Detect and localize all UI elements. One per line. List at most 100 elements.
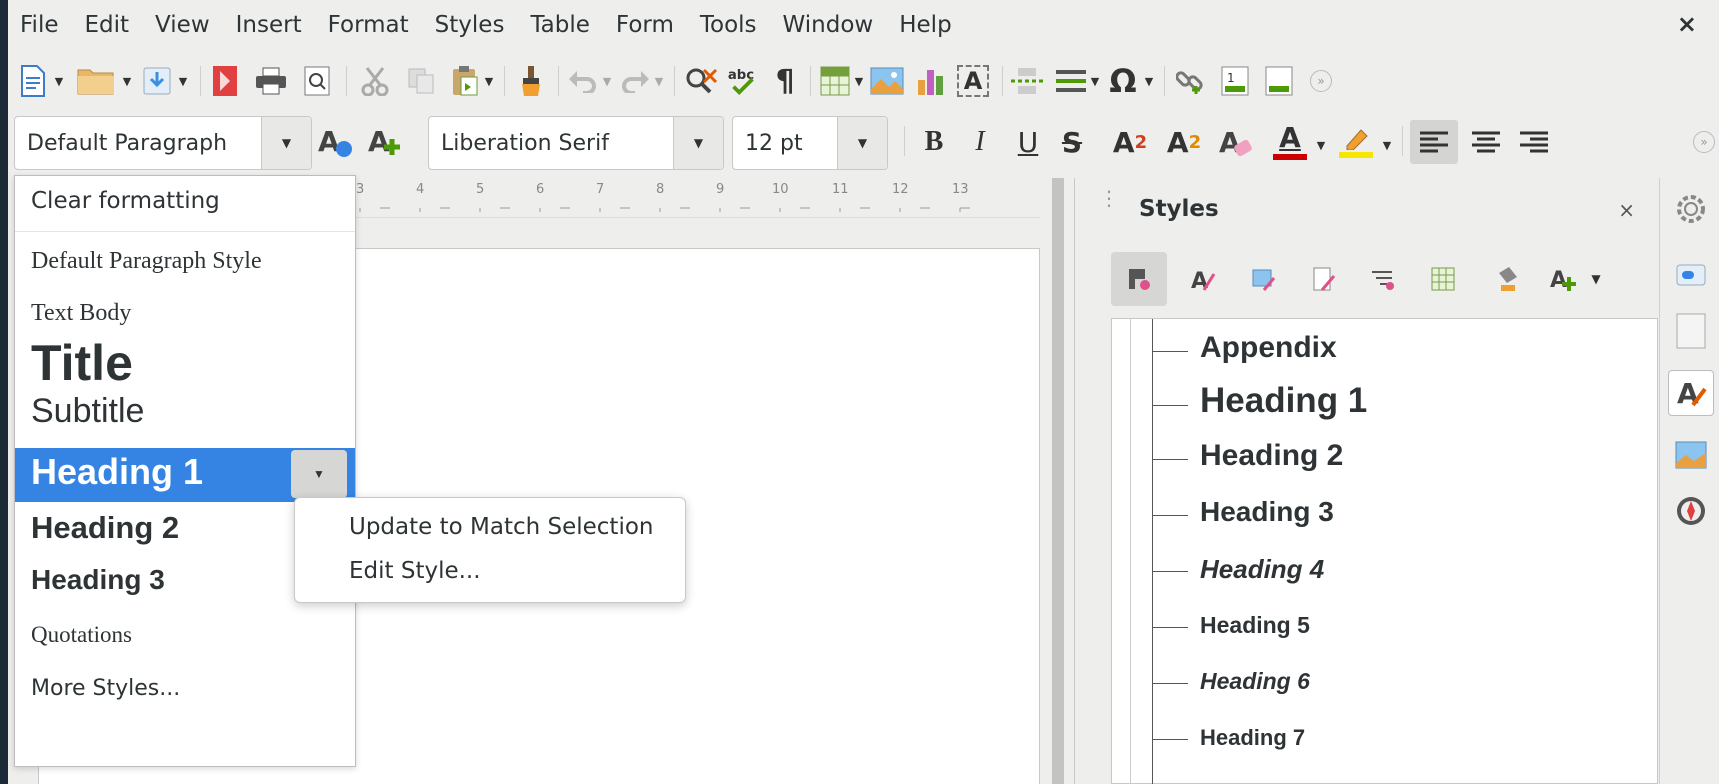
- update-to-match-selection-item[interactable]: Update to Match Selection: [349, 514, 654, 540]
- insert-hyperlink-icon[interactable]: [1174, 64, 1208, 98]
- edit-style-item[interactable]: Edit Style...: [349, 558, 481, 584]
- find-replace-icon[interactable]: [684, 64, 718, 98]
- font-size-dropdown-button[interactable]: ▼: [837, 117, 887, 169]
- tree-item-heading-6[interactable]: Heading 6: [1152, 657, 1652, 709]
- clear-formatting-item[interactable]: Clear formatting: [15, 176, 355, 232]
- special-character-dropdown-icon[interactable]: ▼: [1142, 64, 1156, 98]
- redo-dropdown-icon[interactable]: ▼: [652, 64, 666, 98]
- undo-icon[interactable]: [566, 64, 600, 98]
- open-folder-icon[interactable]: [74, 64, 118, 98]
- sidebar-settings-icon[interactable]: [1668, 186, 1714, 232]
- table-styles-icon[interactable]: [1415, 252, 1471, 306]
- subscript-button[interactable]: A2: [1160, 120, 1208, 164]
- paste-icon[interactable]: [448, 64, 482, 98]
- underline-button[interactable]: U: [1008, 120, 1048, 164]
- undo-dropdown-icon[interactable]: ▼: [600, 64, 614, 98]
- new-style-icon[interactable]: A: [364, 120, 408, 164]
- clear-direct-formatting-icon[interactable]: A: [1214, 120, 1258, 164]
- insert-page-break-icon[interactable]: [1010, 64, 1044, 98]
- style-item-text-body[interactable]: Text Body: [15, 290, 355, 338]
- save-dropdown-icon[interactable]: ▼: [176, 64, 190, 98]
- page-deck-icon[interactable]: [1668, 308, 1714, 354]
- print-icon[interactable]: [254, 64, 288, 98]
- font-size-value[interactable]: 12 pt: [733, 131, 837, 156]
- update-style-icon[interactable]: A: [314, 120, 358, 164]
- italic-button[interactable]: I: [960, 120, 1000, 164]
- redo-icon[interactable]: [618, 64, 652, 98]
- insert-chart-icon[interactable]: [914, 64, 948, 98]
- style-item-subtitle[interactable]: Subtitle: [15, 392, 355, 438]
- menu-form[interactable]: Form: [603, 12, 687, 38]
- bold-button[interactable]: B: [914, 120, 954, 164]
- vertical-scrollbar[interactable]: [1052, 178, 1064, 784]
- print-preview-icon[interactable]: [300, 64, 334, 98]
- menu-window[interactable]: Window: [770, 12, 887, 38]
- menu-view[interactable]: View: [142, 12, 223, 38]
- page-styles-icon[interactable]: [1295, 252, 1351, 306]
- menu-help[interactable]: Help: [886, 12, 964, 38]
- highlight-color-button[interactable]: [1334, 120, 1378, 164]
- tree-item-heading-4[interactable]: Heading 4: [1152, 545, 1652, 597]
- sidebar-grip-icon[interactable]: ⋮: [1099, 188, 1119, 208]
- menu-styles[interactable]: Styles: [422, 12, 518, 38]
- font-size-combo[interactable]: 12 pt ▼: [732, 116, 888, 170]
- character-styles-icon[interactable]: A: [1175, 252, 1231, 306]
- list-styles-icon[interactable]: [1355, 252, 1411, 306]
- menu-table[interactable]: Table: [517, 12, 602, 38]
- fill-format-mode-icon[interactable]: [1479, 252, 1535, 306]
- properties-deck-icon[interactable]: [1668, 252, 1714, 298]
- styles-deck-icon[interactable]: A: [1668, 370, 1714, 416]
- font-color-button[interactable]: A: [1268, 120, 1312, 164]
- tree-item-appendix[interactable]: Appendix: [1152, 325, 1652, 377]
- cut-icon[interactable]: [358, 64, 392, 98]
- insert-text-box-icon[interactable]: A: [956, 64, 990, 98]
- paragraph-styles-icon[interactable]: [1111, 252, 1167, 306]
- superscript-button[interactable]: A2: [1106, 120, 1154, 164]
- gallery-deck-icon[interactable]: [1668, 432, 1714, 478]
- open-dropdown-icon[interactable]: ▼: [120, 64, 134, 98]
- heading-1-menu-button[interactable]: ▼: [291, 450, 347, 498]
- tree-item-heading-5[interactable]: Heading 5: [1152, 601, 1652, 653]
- styles-tree[interactable]: Appendix Heading 1 Heading 2 Heading 3 H…: [1111, 318, 1658, 784]
- style-item-quotations[interactable]: Quotations: [15, 616, 355, 662]
- save-icon[interactable]: [140, 64, 174, 98]
- insert-table-icon[interactable]: [818, 64, 852, 98]
- frame-styles-icon[interactable]: [1235, 252, 1291, 306]
- more-formatting-icon[interactable]: »: [1692, 120, 1716, 164]
- copy-icon[interactable]: [404, 64, 438, 98]
- tree-item-heading-1[interactable]: Heading 1: [1152, 379, 1652, 431]
- paragraph-style-value[interactable]: Default Paragraph: [15, 131, 261, 156]
- paste-dropdown-icon[interactable]: ▼: [482, 64, 496, 98]
- style-actions-dropdown-icon[interactable]: ▼: [1581, 252, 1611, 306]
- insert-field-dropdown-icon[interactable]: ▼: [1088, 64, 1102, 98]
- more-styles-item[interactable]: More Styles...: [15, 670, 355, 716]
- paragraph-style-combo[interactable]: Default Paragraph ▼: [14, 116, 312, 170]
- paragraph-style-dropdown-button[interactable]: ▼: [261, 117, 311, 169]
- export-pdf-icon[interactable]: [208, 64, 242, 98]
- tree-item-heading-7[interactable]: Heading 7: [1152, 713, 1652, 765]
- style-item-default-paragraph[interactable]: Default Paragraph Style: [15, 240, 355, 288]
- style-item-title[interactable]: Title: [15, 335, 355, 392]
- insert-special-character-icon[interactable]: Ω: [1106, 62, 1140, 100]
- insert-image-icon[interactable]: [870, 64, 904, 98]
- font-name-dropdown-button[interactable]: ▼: [673, 117, 723, 169]
- tree-item-heading-2[interactable]: Heading 2: [1152, 433, 1652, 485]
- close-document-button[interactable]: ×: [1677, 10, 1697, 38]
- spelling-icon[interactable]: abc: [726, 64, 760, 98]
- insert-footnote-icon[interactable]: 1: [1218, 64, 1252, 98]
- menu-edit[interactable]: Edit: [72, 12, 143, 38]
- more-options-icon[interactable]: »: [1304, 64, 1338, 98]
- font-color-dropdown-icon[interactable]: ▼: [1314, 128, 1328, 162]
- strikethrough-button[interactable]: S: [1052, 120, 1092, 164]
- menu-file[interactable]: File: [8, 12, 72, 38]
- font-name-value[interactable]: Liberation Serif: [429, 131, 673, 156]
- insert-field-icon[interactable]: [1054, 64, 1088, 98]
- menu-tools[interactable]: Tools: [687, 12, 770, 38]
- align-center-button[interactable]: [1464, 120, 1508, 164]
- sidebar-close-button[interactable]: ×: [1618, 198, 1635, 222]
- menu-insert[interactable]: Insert: [223, 12, 315, 38]
- new-dropdown-icon[interactable]: ▼: [52, 64, 66, 98]
- font-name-combo[interactable]: Liberation Serif ▼: [428, 116, 724, 170]
- new-document-icon[interactable]: [16, 64, 50, 98]
- highlight-dropdown-icon[interactable]: ▼: [1380, 128, 1394, 162]
